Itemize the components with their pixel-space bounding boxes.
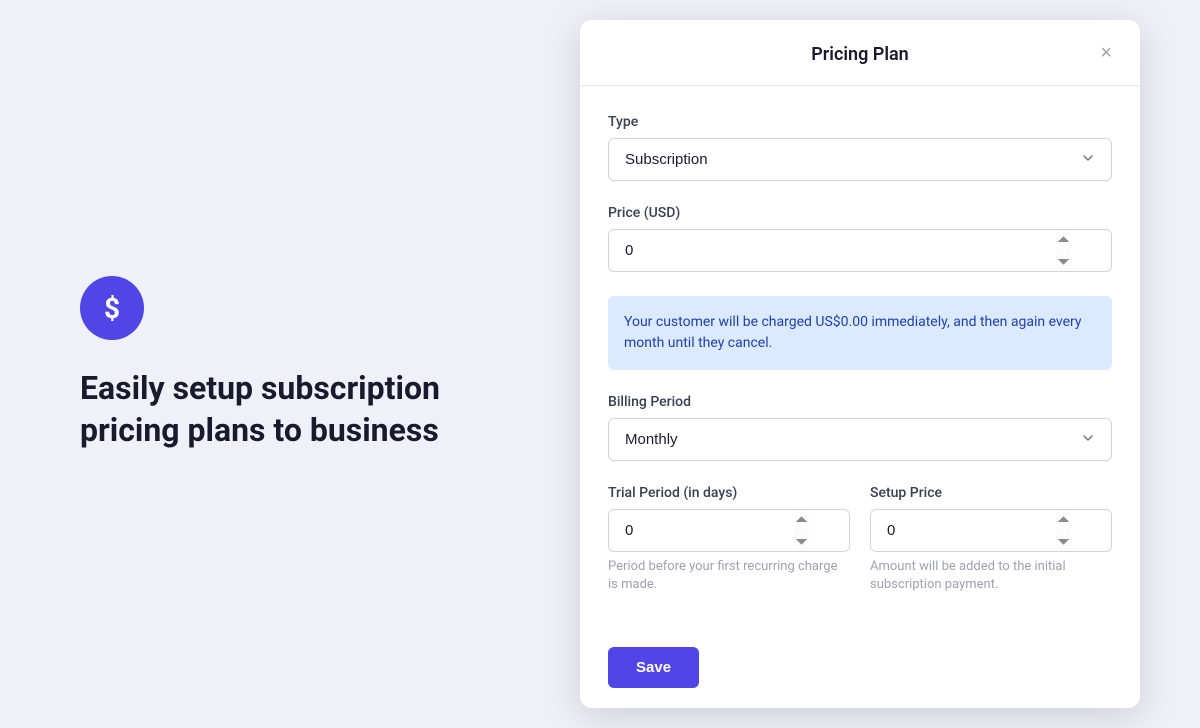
billing-period-select-wrapper: Monthly Weekly Yearly <box>608 418 1112 461</box>
billing-period-label: Billing Period <box>608 394 1112 410</box>
modal-body: Type Subscription One-time Price (USD) <box>580 86 1140 627</box>
save-button[interactable]: Save <box>608 647 699 688</box>
modal-footer: Save <box>580 627 1140 708</box>
dollar-icon: $ <box>80 276 144 340</box>
trial-period-input-wrapper <box>608 509 850 552</box>
type-select-wrapper: Subscription One-time <box>608 138 1112 181</box>
billing-period-select[interactable]: Monthly Weekly Yearly <box>608 418 1112 461</box>
setup-price-input-wrapper <box>870 509 1112 552</box>
setup-price-hint: Amount will be added to the initial subs… <box>870 558 1112 594</box>
trial-period-input[interactable] <box>608 509 850 552</box>
type-label: Type <box>608 114 1112 130</box>
setup-price-label: Setup Price <box>870 485 1112 501</box>
modal-title: Pricing Plan <box>811 44 908 65</box>
pricing-plan-modal: Pricing Plan × Type Subscription One-tim… <box>580 20 1140 708</box>
close-button[interactable]: × <box>1096 39 1116 67</box>
trial-setup-row: Trial Period (in days) Period before you… <box>608 485 1112 618</box>
type-field-group: Type Subscription One-time <box>608 114 1112 181</box>
price-input-wrapper <box>608 229 1112 272</box>
price-input[interactable] <box>608 229 1112 272</box>
info-box: Your customer will be charged US$0.00 im… <box>608 296 1112 370</box>
info-box-text: Your customer will be charged US$0.00 im… <box>624 312 1096 354</box>
trial-period-field-group: Trial Period (in days) Period before you… <box>608 485 850 594</box>
left-panel: $ Easily setup subscription pricing plan… <box>0 216 520 511</box>
setup-price-field-group: Setup Price Amount will be added to the … <box>870 485 1112 594</box>
setup-price-input[interactable] <box>870 509 1112 552</box>
trial-period-label: Trial Period (in days) <box>608 485 850 501</box>
type-select[interactable]: Subscription One-time <box>608 138 1112 181</box>
trial-period-hint: Period before your first recurring charg… <box>608 558 850 594</box>
price-field-group: Price (USD) <box>608 205 1112 272</box>
page-heading: Easily setup subscription pricing plans … <box>80 368 440 451</box>
price-label: Price (USD) <box>608 205 1112 221</box>
billing-period-field-group: Billing Period Monthly Weekly Yearly <box>608 394 1112 461</box>
modal-header: Pricing Plan × <box>580 20 1140 86</box>
